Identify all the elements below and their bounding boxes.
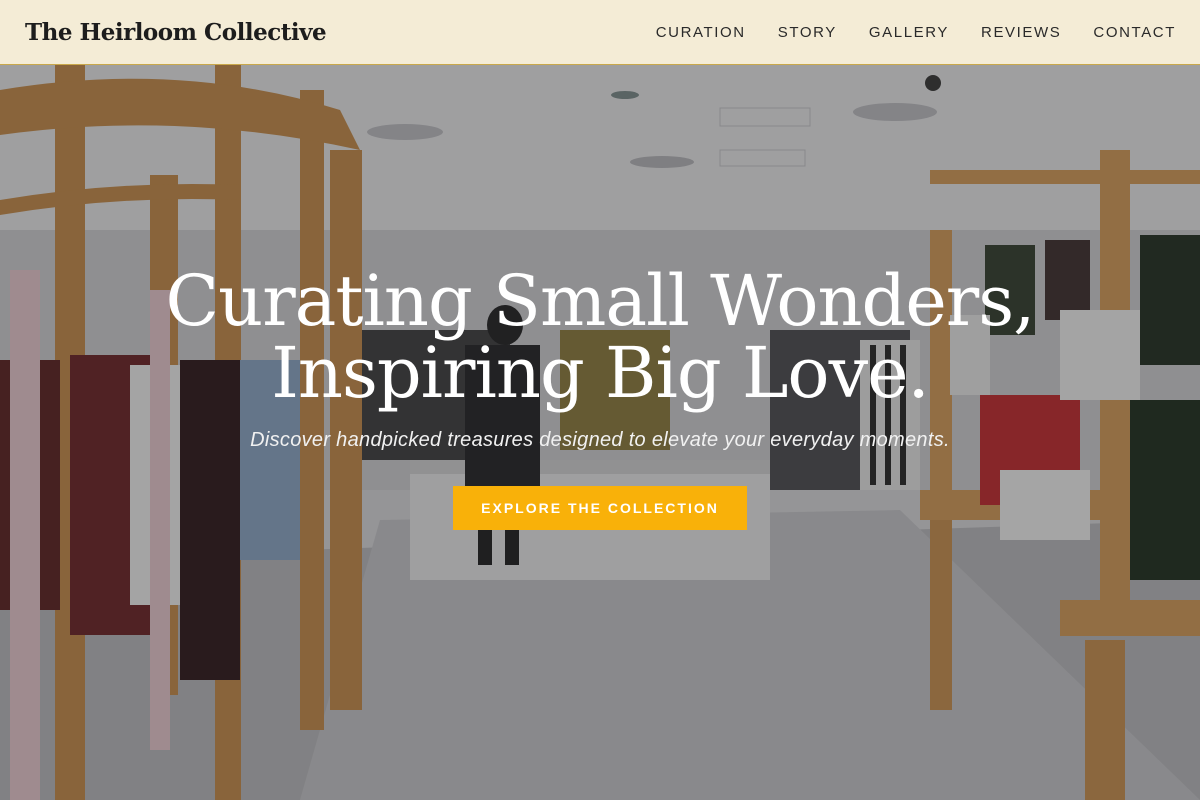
nav-link-contact[interactable]: CONTACT xyxy=(1093,24,1176,41)
hero-subtitle: Discover handpicked treasures designed t… xyxy=(250,429,950,451)
main-nav: CURATION STORY GALLERY REVIEWS CONTACT xyxy=(624,24,1176,41)
nav-link-reviews[interactable]: REVIEWS xyxy=(981,24,1061,41)
nav-link-story[interactable]: STORY xyxy=(778,24,837,41)
hero-title: Curating Small Wonders, Inspiring Big Lo… xyxy=(0,265,1200,409)
nav-link-curation[interactable]: CURATION xyxy=(656,24,746,41)
site-header: The Heirloom Collective CURATION STORY G… xyxy=(0,0,1200,65)
hero-content: Curating Small Wonders, Inspiring Big Lo… xyxy=(0,265,1200,530)
hero-title-line-1: Curating Small Wonders, xyxy=(165,260,1036,342)
nav-link-gallery[interactable]: GALLERY xyxy=(869,24,949,41)
explore-collection-button[interactable]: EXPLORE THE COLLECTION xyxy=(453,486,747,530)
hero-title-line-2: Inspiring Big Love. xyxy=(271,332,930,414)
brand-logo[interactable]: The Heirloom Collective xyxy=(25,19,327,46)
